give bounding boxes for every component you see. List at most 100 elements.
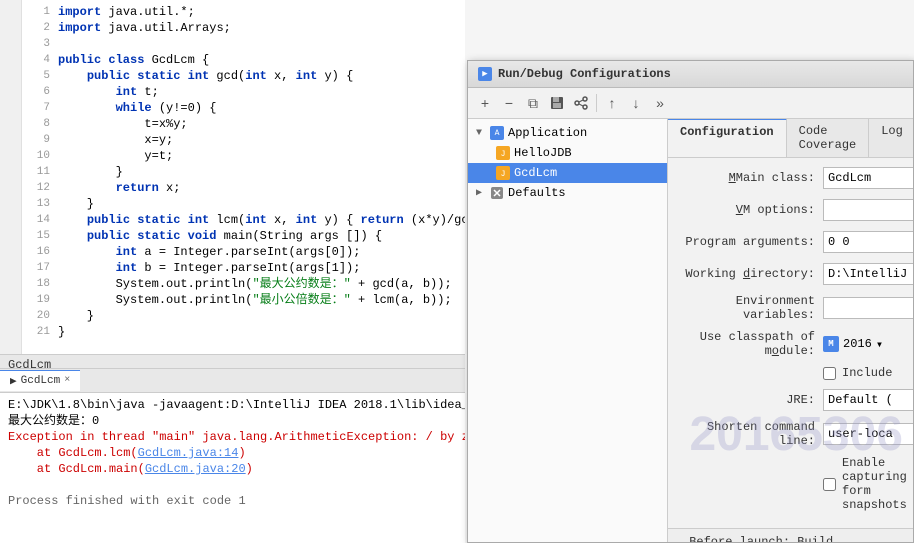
code-line-9: 9 x=y;: [28, 132, 465, 148]
program-args-input-area: ⊕: [823, 231, 913, 253]
working-dir-input[interactable]: [823, 263, 913, 285]
config-fields: MMain class: … VM options: ⊕: [668, 158, 913, 528]
working-dir-label: Working directory:: [678, 267, 823, 281]
code-line-8: 8 t=x%y;: [28, 116, 465, 132]
snapshots-label: Enable capturing form snapshots: [842, 456, 907, 512]
code-line-10: 10 y=t;: [28, 148, 465, 164]
vm-options-input-area: ⊕: [823, 199, 913, 221]
console-link-2[interactable]: GcdLcm.java:20: [145, 462, 246, 476]
config-panel: Configuration Code Coverage Log MMain cl…: [668, 119, 913, 542]
svg-text:J: J: [501, 170, 506, 179]
vm-options-row: VM options: ⊕: [678, 198, 903, 222]
console-line-1: E:\JDK\1.8\bin\java -javaagent:D:\Intell…: [8, 397, 457, 413]
console-line-7: Process finished with exit code 1: [8, 493, 457, 509]
code-line-2: 2 import java.util.Arrays;: [28, 20, 465, 36]
console-tab-label: GcdLcm: [21, 375, 61, 387]
env-vars-input[interactable]: [823, 297, 913, 319]
tree-item-application[interactable]: ▼ A Application: [468, 123, 667, 143]
copy-config-button[interactable]: ⧉: [522, 92, 544, 114]
before-launch-section: ▼ Before launch: Build, Activate tool wi…: [668, 528, 913, 542]
classpath-dropdown-arrow[interactable]: ▾: [876, 337, 883, 352]
console-line-2: 最大公约数是：0: [8, 413, 457, 429]
shorten-cmd-label: Shorten command line:: [678, 420, 823, 448]
code-line-1: 1 import java.util.*;: [28, 4, 465, 20]
gcdlcm-icon: J: [496, 166, 510, 180]
console-tab-bar: ▶ GcdLcm ×: [0, 369, 465, 393]
remove-config-button[interactable]: −: [498, 92, 520, 114]
classpath-row: Use classpath of module: M 2016 ▾: [678, 330, 903, 358]
console-line-5: at GcdLcm.main(GcdLcm.java:20): [8, 461, 457, 477]
shorten-cmd-input-area: ▾: [823, 423, 913, 445]
dialog-body: ▼ A Application J HelloJDB J GcdLcm ▶: [468, 119, 913, 542]
tree-item-hellojdb[interactable]: J HelloJDB: [468, 143, 667, 163]
tree-item-defaults-label: Defaults: [508, 186, 566, 200]
code-line-17: 17 int b = Integer.parseInt(args[1]);: [28, 260, 465, 276]
config-tree: ▼ A Application J HelloJDB J GcdLcm ▶: [468, 119, 668, 542]
line-number-gutter: [0, 0, 22, 355]
svg-text:J: J: [501, 150, 506, 159]
shorten-cmd-input[interactable]: [823, 423, 913, 445]
tab-code-coverage[interactable]: Code Coverage: [787, 119, 870, 157]
tab-configuration[interactable]: Configuration: [668, 119, 787, 157]
code-line-13: 13 }: [28, 196, 465, 212]
jre-row: JRE: ▾: [678, 388, 903, 412]
module-icon: M: [823, 336, 839, 352]
program-args-input[interactable]: [823, 231, 913, 253]
snapshots-checkbox-content: Enable capturing form snapshots: [823, 456, 907, 512]
main-class-input-area: …: [823, 167, 913, 189]
vm-options-input[interactable]: [823, 199, 913, 221]
module-selector: M 2016 ▾: [823, 336, 903, 352]
main-class-row: MMain class: …: [678, 166, 903, 190]
env-vars-row: Environment variables: …: [678, 294, 903, 322]
console-tab-gcdlcm[interactable]: ▶ GcdLcm ×: [0, 370, 80, 391]
code-line-11: 11 }: [28, 164, 465, 180]
snapshots-checkbox[interactable]: [823, 478, 836, 491]
env-vars-input-area: …: [823, 297, 913, 319]
tab-logs[interactable]: Log: [869, 119, 913, 157]
move-up-button[interactable]: ↑: [601, 92, 623, 114]
console-link-1[interactable]: GcdLcm.java:14: [138, 446, 239, 460]
code-line-7: 7 while (y!=0) {: [28, 100, 465, 116]
dialog-title-bar: ▶ Run/Debug Configurations: [468, 61, 913, 88]
code-line-18: 18 System.out.println("最大公约数是：" + gcd(a,…: [28, 276, 465, 292]
dialog-title-label: Run/Debug Configurations: [498, 67, 671, 81]
tree-item-gcdlcm[interactable]: J GcdLcm: [468, 163, 667, 183]
include-checkbox-label: Include: [842, 366, 892, 380]
code-lines: 1 import java.util.*; 2 import java.util…: [0, 0, 465, 340]
console-tab-close[interactable]: ×: [64, 375, 70, 386]
console-line-3: Exception in thread "main" java.lang.Ari…: [8, 429, 457, 445]
more-options-button[interactable]: »: [649, 92, 671, 114]
dialog-title-icon: ▶: [478, 67, 492, 81]
jre-input-area: ▾: [823, 389, 913, 411]
env-vars-label: Environment variables:: [678, 294, 823, 322]
code-line-6: 6 int t;: [28, 84, 465, 100]
console-line-6: [8, 477, 457, 493]
save-config-button[interactable]: [546, 92, 568, 114]
working-dir-input-area: 📁: [823, 263, 913, 285]
code-line-16: 16 int a = Integer.parseInt(args[0]);: [28, 244, 465, 260]
add-config-button[interactable]: +: [474, 92, 496, 114]
console-line-4: at GcdLcm.lcm(GcdLcm.java:14): [8, 445, 457, 461]
config-tabs: Configuration Code Coverage Log: [668, 119, 913, 158]
console-output: E:\JDK\1.8\bin\java -javaagent:D:\Intell…: [0, 393, 465, 513]
main-class-input[interactable]: [823, 167, 913, 189]
jre-input[interactable]: [823, 389, 913, 411]
tree-item-defaults[interactable]: ▶ Defaults: [468, 183, 667, 203]
tree-defaults-arrow: ▶: [476, 187, 486, 199]
before-launch-header[interactable]: ▼ Before launch: Build, Activate tool wi…: [678, 535, 903, 542]
share-config-button[interactable]: [570, 92, 592, 114]
program-args-row: Program arguments: ⊕: [678, 230, 903, 254]
include-checkbox[interactable]: [823, 367, 836, 380]
vm-options-label: VM options:: [678, 203, 823, 217]
include-checkbox-row: Include: [678, 366, 903, 380]
code-line-3: 3: [28, 36, 465, 52]
move-down-button[interactable]: ↓: [625, 92, 647, 114]
code-line-4: 4 public class GcdLcm {: [28, 52, 465, 68]
classpath-value: 2016: [843, 337, 872, 351]
jre-label: JRE:: [678, 393, 823, 407]
code-line-20: 20 }: [28, 308, 465, 324]
toolbar-separator: [596, 94, 597, 112]
program-args-label: Program arguments:: [678, 235, 823, 249]
tree-item-hellojdb-label: HelloJDB: [514, 146, 572, 160]
code-line-14: 14 public static int lcm(int x, int y) {…: [28, 212, 465, 228]
